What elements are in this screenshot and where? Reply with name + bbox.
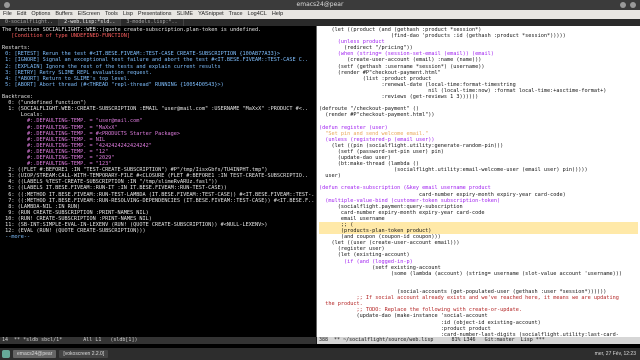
- modeline-left: 14 ** *sldb sbcl/1* All L1 (sldb[1]): [0, 337, 316, 344]
- code-line: 6: ((:METHOD IT.BESE.FIVEAM::RUN-TEST-LA…: [2, 191, 314, 198]
- menu-item-options[interactable]: Options: [31, 10, 50, 19]
- menu-item-file[interactable]: File: [3, 10, 12, 19]
- menu-item-elscreen[interactable]: ElScreen: [78, 10, 100, 19]
- menu-item-help[interactable]: Help: [272, 10, 283, 19]
- code-line: 1: (SOCIALFLIGHT.WEB::CREATE-SUBSCRIPTIO…: [2, 106, 309, 113]
- tab-0[interactable]: 0-socialflight..: [0, 19, 60, 26]
- menu-item-tools[interactable]: Tools: [105, 10, 118, 19]
- menu-item-slime[interactable]: SLIME: [177, 10, 194, 19]
- code-line: 1: [IGNORE] Signal an exceptional test f…: [2, 57, 309, 64]
- menu-item-yasnippet[interactable]: YASnippet: [198, 10, 224, 19]
- code-line: 7: ((:METHOD IT.BESE.FIVEAM::RUN-RESOLVI…: [2, 197, 314, 204]
- window-maximize-icon[interactable]: [630, 2, 636, 8]
- code-line: (some (lambda (account) (string= usernam…: [319, 270, 622, 277]
- taskbar: emacs24@pear [vokoscreen 2.2.0] mer, 27 Fé…: [0, 348, 640, 360]
- tab-label: 0-socialflight..: [5, 19, 54, 25]
- menu-item-edit[interactable]: Edit: [17, 10, 26, 19]
- tab-2[interactable]: 3-models.lisp:*..: [121, 19, 184, 26]
- menu-item-log4cl[interactable]: Log4CL: [248, 10, 267, 19]
- tab-1[interactable]: 2-web.lisp:*sld..: [59, 19, 122, 26]
- window-title: emacs24@pear: [296, 1, 344, 8]
- taskbar-item[interactable]: emacs24@pear: [13, 349, 57, 359]
- menu-item-buffers[interactable]: Buffers: [55, 10, 72, 19]
- code-line: ;; If social account already exists and …: [319, 295, 619, 302]
- tab-label: 3-models.lisp:*..: [126, 19, 178, 25]
- window-minimize-icon[interactable]: [620, 2, 626, 8]
- sldb-debugger-pane[interactable]: The function SOCIALFLIGHT::WEB::(quote c…: [0, 26, 316, 337]
- window-close-icon[interactable]: [4, 2, 10, 8]
- menu-item-presentations[interactable]: Presentations: [138, 10, 172, 19]
- elscreen-tab-bar: 0-socialflight.. 2-web.lisp:*sld.. 3-model…: [0, 19, 640, 26]
- taskbar-item[interactable]: [vokoscreen 2.2.0]: [59, 349, 109, 359]
- menu-item-lisp[interactable]: Lisp: [123, 10, 133, 19]
- menu-bar: File Edit Options Buffers ElScreen Tools Lisp P…: [0, 10, 640, 19]
- start-menu-icon[interactable]: [2, 350, 10, 358]
- modeline-right: 388 ** ~/socialflight/source/web.lisp 81…: [317, 337, 640, 344]
- menu-item-trace[interactable]: Trace: [229, 10, 243, 19]
- web-lisp-source-pane[interactable]: (let ((product (and (gethash :product *s…: [317, 26, 640, 337]
- tab-label: 2-web.lisp:*sld..: [64, 19, 116, 25]
- taskbar-clock: mer, 27 Fév, 12:23: [594, 351, 636, 357]
- code-line: --more--: [2, 234, 31, 241]
- window-titlebar: emacs24@pear: [0, 0, 640, 10]
